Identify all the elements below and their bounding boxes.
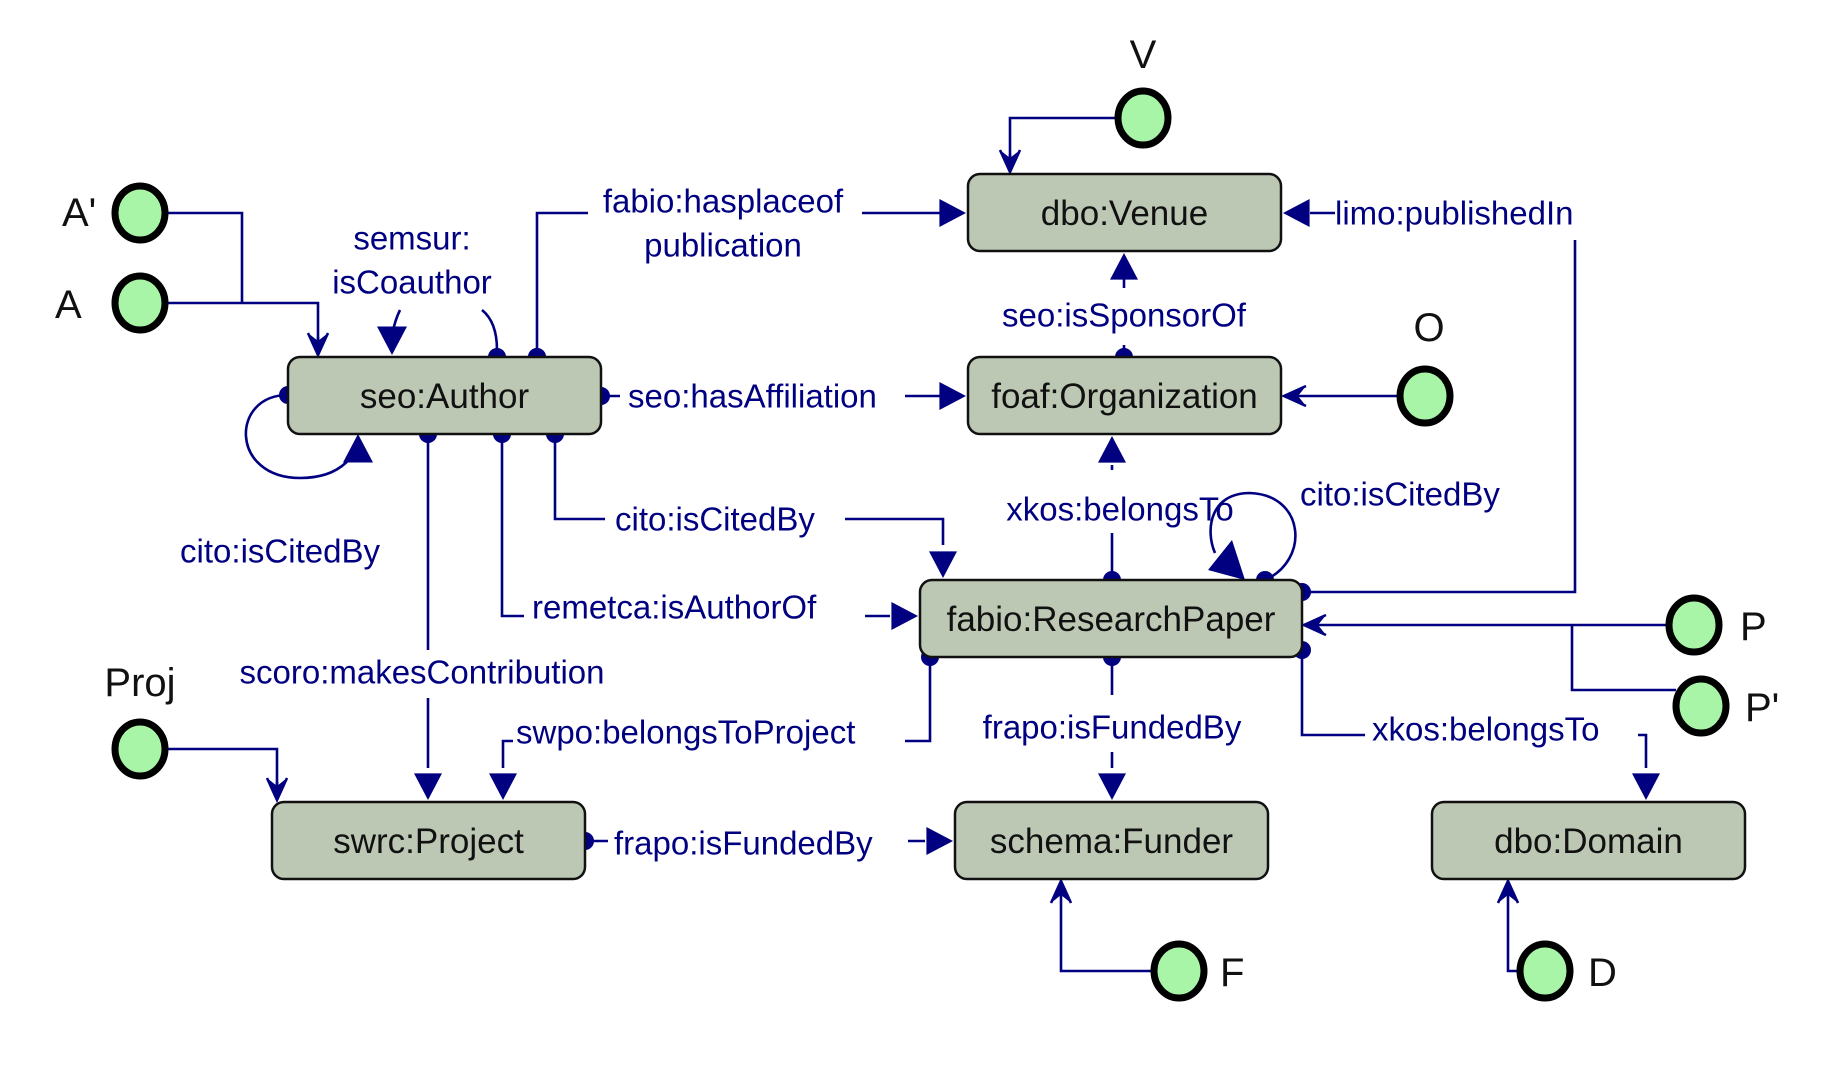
instance-label: P (1740, 605, 1767, 649)
edge-label-line: seo:isSponsorOf (1002, 297, 1247, 334)
instance-node-v[interactable]: V (1114, 33, 1172, 149)
instance-label: P' (1745, 686, 1779, 730)
instance-node-a-prime[interactable]: A' (62, 182, 169, 244)
arrowhead-icon (414, 773, 442, 800)
edge-label-line: limo:publishedIn (1335, 195, 1573, 232)
edge-label-line: swpo:belongsToProject (516, 714, 855, 751)
edge-label-line: publication (644, 227, 802, 264)
arrowhead-icon (926, 827, 953, 855)
arrowhead-icon (377, 326, 407, 355)
edge-label-is-sponsor-of[interactable]: seo:isSponsorOf (1002, 297, 1247, 334)
edge-label-paper-cited-by[interactable]: cito:isCitedBy (1300, 476, 1500, 513)
class-node-domain[interactable]: dbo:Domain (1430, 800, 1747, 881)
edge-labels-layer: fabio:hasplaceof publication semsur: isCoau… (180, 183, 1599, 862)
instance-circle-icon (1114, 87, 1172, 149)
class-label: swrc:Project (333, 822, 524, 861)
edge-label-makes-contribution[interactable]: scoro:makesContribution (240, 654, 605, 691)
edge-label-line: semsur: (353, 220, 470, 257)
arrowhead-icon (1632, 773, 1660, 800)
instance-circle-icon (1150, 940, 1208, 1002)
edge-label-author-cited-by[interactable]: cito:isCitedBy (180, 533, 380, 570)
edge-label-line: isCoauthor (332, 264, 492, 301)
class-node-funder[interactable]: schema:Funder (953, 800, 1270, 881)
instance-node-f[interactable]: F (1150, 940, 1244, 1002)
instance-link-f (1059, 892, 1154, 973)
class-label: schema:Funder (990, 822, 1234, 861)
instance-node-o[interactable]: O (1396, 306, 1454, 427)
class-node-venue[interactable]: dbo:Venue (966, 172, 1283, 253)
instance-node-p-prime[interactable]: P' (1672, 675, 1779, 737)
edge-label-has-place-of-publication[interactable]: fabio:hasplaceof publication (603, 183, 844, 264)
edge-label-line: frapo:isFundedBy (614, 825, 873, 862)
edge-label-author-cito[interactable]: cito:isCitedBy (615, 501, 815, 538)
class-node-paper[interactable]: fabio:ResearchPaper (918, 578, 1304, 659)
instance-link-v (1008, 116, 1118, 160)
class-label: seo:Author (360, 377, 530, 416)
arrowhead-icon (1098, 773, 1126, 800)
class-label: dbo:Domain (1494, 822, 1683, 861)
edge-label-line: remetca:isAuthorOf (532, 589, 817, 626)
instance-circle-icon (1396, 365, 1454, 427)
instance-link-proj (165, 747, 279, 790)
class-label: dbo:Venue (1041, 194, 1208, 233)
arrowhead-icon (891, 602, 918, 630)
instance-node-p[interactable]: P (1665, 594, 1767, 656)
edge-label-line: scoro:makesContribution (240, 654, 605, 691)
instance-label: A (55, 283, 82, 327)
edge-label-line: cito:isCitedBy (180, 533, 380, 570)
edge-label-paper-belongs-org[interactable]: xkos:belongsTo (1006, 491, 1233, 528)
edge-label-is-author-of[interactable]: remetca:isAuthorOf (532, 589, 817, 626)
arrowhead-icon (929, 551, 957, 578)
ontology-diagram: seo:Authordbo:Venuefoaf:Organizationfabi… (55, 33, 1779, 1002)
instance-label: A' (62, 191, 96, 235)
instance-circle-icon (111, 182, 169, 244)
edge-label-is-coauthor[interactable]: semsur: isCoauthor (332, 220, 492, 301)
edge-label-line: cito:isCitedBy (615, 501, 815, 538)
arrowhead-icon (939, 199, 966, 227)
arrowhead-icon (1110, 253, 1138, 280)
instance-label: V (1130, 33, 1157, 77)
edge-label-line: cito:isCitedBy (1300, 476, 1500, 513)
class-label: fabio:ResearchPaper (947, 600, 1276, 639)
instance-node-a[interactable]: A (55, 272, 169, 334)
class-node-organization[interactable]: foaf:Organization (966, 355, 1283, 436)
class-node-project[interactable]: swrc:Project (270, 800, 587, 881)
edge-label-paper-funded-by[interactable]: frapo:isFundedBy (983, 709, 1242, 746)
arrowhead-icon (1098, 436, 1126, 463)
edge-label-line: xkos:belongsTo (1006, 491, 1233, 528)
arrowhead-icon (939, 382, 966, 410)
edge-label-line: xkos:belongsTo (1372, 711, 1599, 748)
class-node-author[interactable]: seo:Author (286, 355, 603, 436)
instance-node-d[interactable]: D (1516, 940, 1617, 1002)
instance-label: D (1588, 951, 1617, 995)
instance-link-d (1506, 892, 1520, 973)
class-label: foaf:Organization (991, 377, 1258, 416)
instance-circle-icon (1516, 940, 1574, 1002)
edge-label-belongs-to-project[interactable]: swpo:belongsToProject (516, 714, 855, 751)
instance-circle-icon (111, 718, 169, 780)
instance-label: Proj (104, 661, 175, 705)
instance-label: F (1220, 951, 1244, 995)
instance-circle-icon (1672, 675, 1730, 737)
edge-label-line: frapo:isFundedBy (983, 709, 1242, 746)
edge-label-project-funded-by[interactable]: frapo:isFundedBy (614, 825, 873, 862)
edge-label-published-in[interactable]: limo:publishedIn (1335, 195, 1573, 232)
arrowhead-icon (1283, 199, 1310, 227)
instance-circle-icon (111, 272, 169, 334)
arrowhead-icon (489, 773, 517, 800)
instance-circle-icon (1665, 594, 1723, 656)
edge-label-has-affiliation[interactable]: seo:hasAffiliation (628, 378, 877, 415)
edge-label-paper-belongs-domain[interactable]: xkos:belongsTo (1372, 711, 1599, 748)
edge-label-line: seo:hasAffiliation (628, 378, 877, 415)
edge-paper-belongs-domain (1300, 650, 1648, 768)
instance-node-proj[interactable]: Proj (104, 661, 176, 780)
edge-is-coauthor (390, 308, 499, 351)
instance-label: O (1413, 306, 1444, 350)
edge-label-line: fabio:hasplaceof (603, 183, 844, 220)
instance-link-a (165, 211, 320, 348)
instance-link-p (1310, 623, 1676, 692)
arrowhead-icon (343, 434, 373, 463)
